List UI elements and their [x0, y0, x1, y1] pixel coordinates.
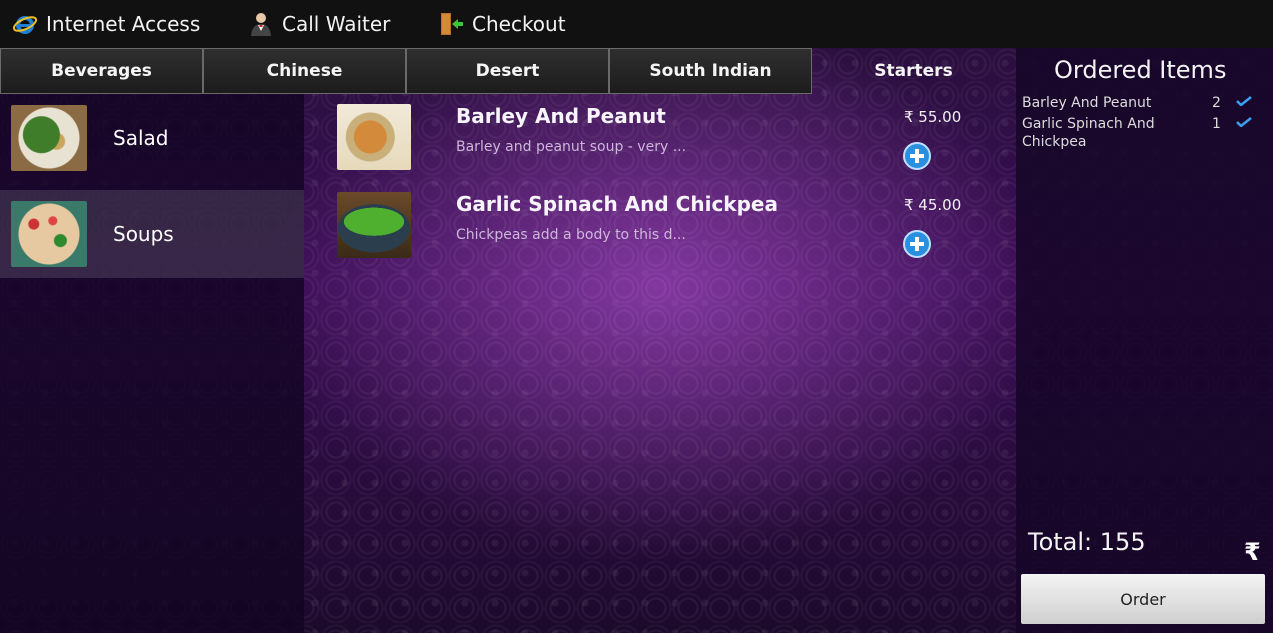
ordered-item-name: Barley And Peanut — [1022, 95, 1152, 111]
dish-item: Barley And Peanut Barley and peanut soup… — [304, 96, 1016, 186]
rupee-icon: ₹ — [1244, 538, 1261, 566]
ordered-items-title: Ordered Items — [1054, 56, 1227, 84]
add-plus-icon[interactable] — [903, 230, 931, 258]
total-label: Total: — [1028, 528, 1093, 556]
checkmark-icon[interactable] — [1236, 117, 1252, 127]
salad-thumbnail — [11, 105, 87, 171]
order-button[interactable]: Order — [1021, 574, 1265, 624]
dish-image — [337, 192, 411, 258]
subcategory-salad[interactable]: Salad — [0, 94, 304, 182]
dish-price: ₹ 45.00 — [904, 196, 962, 214]
waiter-icon — [248, 11, 274, 37]
tab-desert[interactable]: Desert — [406, 48, 609, 94]
call-waiter-label: Call Waiter — [282, 12, 391, 36]
dish-image — [337, 104, 411, 170]
ordered-item-qty: 1 — [1212, 116, 1221, 132]
checkmark-icon[interactable] — [1236, 96, 1252, 106]
add-plus-icon[interactable] — [903, 142, 931, 170]
soups-thumbnail — [11, 201, 87, 267]
call-waiter-button[interactable]: Call Waiter — [248, 0, 390, 48]
dish-description: Barley and peanut soup - very ... — [456, 139, 687, 155]
internet-access-label: Internet Access — [46, 12, 201, 36]
dish-name: Barley And Peanut — [456, 104, 666, 128]
checkout-button[interactable]: Checkout — [438, 0, 566, 48]
subcategory-label: Soups — [113, 222, 174, 246]
ordered-item-qty: 2 — [1212, 95, 1221, 111]
dish-price: ₹ 55.00 — [904, 108, 962, 126]
order-total: Total: 155 — [1028, 528, 1146, 556]
tab-beverages[interactable]: Beverages — [0, 48, 203, 94]
dish-name: Garlic Spinach And Chickpea — [456, 192, 778, 216]
checkout-label: Checkout — [472, 12, 566, 36]
category-tabs: Beverages Chinese Desert South Indian St… — [0, 48, 1015, 94]
internet-access-button[interactable]: Internet Access — [12, 0, 200, 48]
internet-explorer-icon — [12, 11, 38, 37]
top-bar: Internet Access Call Waiter Checkout — [0, 0, 1273, 48]
subcategory-sidebar: Salad Soups — [0, 94, 304, 633]
total-value: 155 — [1099, 528, 1146, 556]
tab-south-indian[interactable]: South Indian — [609, 48, 812, 94]
tab-chinese[interactable]: Chinese — [203, 48, 406, 94]
subcategory-label: Salad — [113, 126, 169, 150]
tab-starters[interactable]: Starters — [812, 48, 1015, 94]
subcategory-soups[interactable]: Soups — [0, 190, 304, 278]
ordered-item-name: Garlic Spinach And Chickpea — [1022, 116, 1155, 150]
dish-item: Garlic Spinach And Chickpea Chickpeas ad… — [304, 184, 1016, 274]
exit-door-icon — [438, 11, 464, 37]
dish-description: Chickpeas add a body to this d... — [456, 227, 686, 243]
ordered-items-panel: Ordered Items Barley And Peanut 2 Garlic… — [1016, 48, 1273, 633]
